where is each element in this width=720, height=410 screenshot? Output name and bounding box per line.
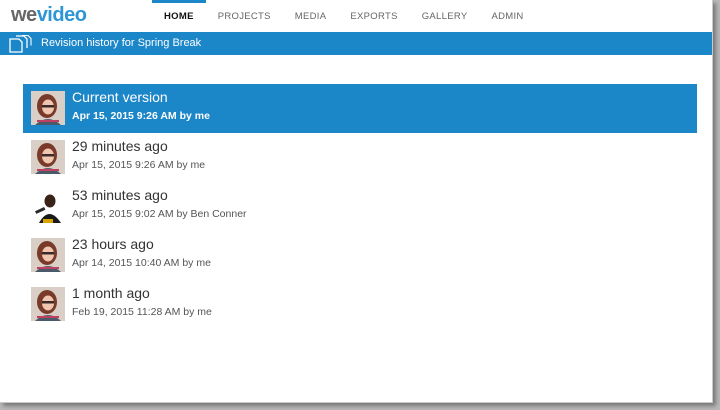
user-avatar (31, 189, 65, 223)
revision-time: 1 month ago (72, 285, 150, 301)
revision-time: 23 hours ago (72, 236, 154, 252)
revision-item[interactable]: Current version Apr 15, 2015 9:26 AM by … (23, 84, 697, 133)
revision-history-header: Revision history for Spring Break (0, 32, 712, 55)
nav-projects[interactable]: PROJECTS (206, 0, 283, 32)
user-avatar (31, 91, 65, 125)
revision-item[interactable]: 29 minutes ago Apr 15, 2015 9:26 AM by m… (23, 133, 697, 182)
app-window: wevideo HOME PROJECTS MEDIA EXPORTS GALL… (0, 0, 713, 403)
top-navigation: wevideo HOME PROJECTS MEDIA EXPORTS GALL… (0, 0, 712, 32)
revision-detail: Apr 14, 2015 10:40 AM by me (72, 257, 211, 269)
nav-home[interactable]: HOME (152, 0, 206, 32)
revision-time: 53 minutes ago (72, 187, 168, 203)
revision-detail: Feb 19, 2015 11:28 AM by me (72, 306, 212, 318)
main-nav: HOME PROJECTS MEDIA EXPORTS GALLERY ADMI… (152, 0, 536, 32)
revision-detail: Apr 15, 2015 9:26 AM by me (72, 110, 210, 122)
revision-detail: Apr 15, 2015 9:26 AM by me (72, 159, 206, 171)
user-avatar (31, 140, 65, 174)
nav-exports[interactable]: EXPORTS (338, 0, 409, 32)
user-avatar (31, 238, 65, 272)
revision-detail: Apr 15, 2015 9:02 AM by Ben Conner (72, 208, 247, 220)
revision-item[interactable]: 23 hours ago Apr 14, 2015 10:40 AM by me (23, 231, 697, 280)
revision-item[interactable]: 1 month ago Feb 19, 2015 11:28 AM by me (23, 280, 697, 329)
page-title: Revision history for Spring Break (41, 37, 202, 49)
nav-admin[interactable]: ADMIN (479, 0, 535, 32)
nav-media[interactable]: MEDIA (283, 0, 339, 32)
revision-list: Current version Apr 15, 2015 9:26 AM by … (23, 84, 697, 329)
nav-gallery[interactable]: GALLERY (410, 0, 480, 32)
revision-time: Current version (72, 89, 168, 105)
user-avatar (31, 287, 65, 321)
documents-icon (8, 34, 34, 53)
revision-item[interactable]: 53 minutes ago Apr 15, 2015 9:02 AM by B… (23, 182, 697, 231)
wevideo-logo[interactable]: wevideo (11, 4, 87, 27)
revision-time: 29 minutes ago (72, 138, 168, 154)
